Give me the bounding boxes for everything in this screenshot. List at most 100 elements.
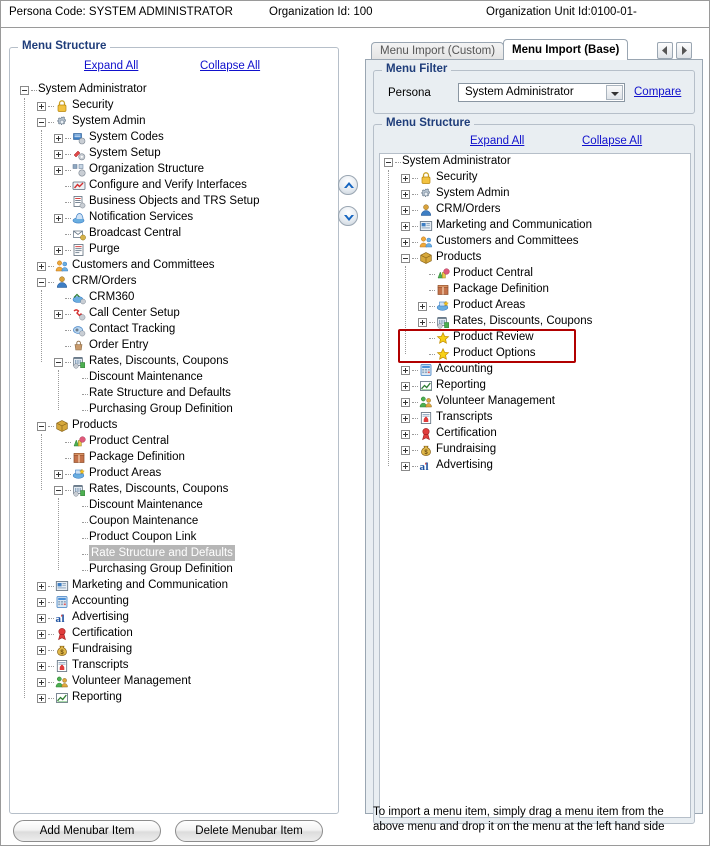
tree-node[interactable]: Security: [16, 98, 334, 114]
tree-expand-toggle[interactable]: [54, 166, 63, 175]
tree-node[interactable]: Products: [380, 250, 690, 266]
tree-node[interactable]: Contact Tracking: [16, 322, 334, 338]
tree-node[interactable]: Broadcast Central: [16, 226, 334, 242]
tree-expand-toggle[interactable]: [37, 598, 46, 607]
tree-expand-toggle[interactable]: [37, 102, 46, 111]
tree-expand-toggle[interactable]: [401, 190, 410, 199]
tree-collapse-toggle[interactable]: [37, 422, 46, 431]
tree-expand-toggle[interactable]: [37, 262, 46, 271]
tree-expand-toggle[interactable]: [54, 470, 63, 479]
tree-collapse-toggle[interactable]: [37, 278, 46, 287]
tree-node[interactable]: Rates, Discounts, Coupons: [16, 354, 334, 370]
tree-node[interactable]: System Admin: [380, 186, 690, 202]
tree-node[interactable]: Order Entry: [16, 338, 334, 354]
tree-expand-toggle[interactable]: [37, 646, 46, 655]
tree-node[interactable]: a l Advertising: [16, 610, 334, 626]
tree-node[interactable]: System Administrator: [380, 154, 690, 170]
tree-node[interactable]: Rate Structure and Defaults: [16, 386, 334, 402]
tree-node[interactable]: System Setup: [16, 146, 334, 162]
tree-expand-toggle[interactable]: [401, 446, 410, 455]
tree-collapse-toggle[interactable]: [401, 254, 410, 263]
tree-node[interactable]: Purchasing Group Definition: [16, 402, 334, 418]
chevron-down-icon[interactable]: [606, 85, 623, 100]
tree-expand-toggle[interactable]: [37, 694, 46, 703]
tree-collapse-toggle[interactable]: [54, 358, 63, 367]
tree-node[interactable]: Notification Services: [16, 210, 334, 226]
tree-node[interactable]: $ Fundraising: [380, 442, 690, 458]
tree-node[interactable]: Rate Structure and Defaults: [16, 545, 334, 562]
tree-node[interactable]: Configure and Verify Interfaces: [16, 178, 334, 194]
tree-expand-toggle[interactable]: [418, 318, 427, 327]
tree-expand-toggle[interactable]: [37, 678, 46, 687]
tree-node[interactable]: Customers and Committees: [16, 258, 334, 274]
tree-expand-toggle[interactable]: [418, 302, 427, 311]
tree-node[interactable]: Discount Maintenance: [16, 370, 334, 386]
tab-menu-import-custom[interactable]: Menu Import (Custom): [371, 42, 505, 60]
left-expand-all-link[interactable]: Expand All: [84, 60, 138, 72]
tree-node[interactable]: Rates, Discounts, Coupons: [380, 314, 690, 330]
tree-node[interactable]: System Codes: [16, 130, 334, 146]
tree-expand-toggle[interactable]: [401, 414, 410, 423]
tree-node[interactable]: Reporting: [380, 378, 690, 394]
move-down-button[interactable]: [338, 206, 358, 226]
tab-prev-button[interactable]: [657, 42, 673, 59]
tree-expand-toggle[interactable]: [401, 382, 410, 391]
tree-expand-toggle[interactable]: [401, 222, 410, 231]
right-expand-all-link[interactable]: Expand All: [470, 135, 524, 147]
tree-node[interactable]: Package Definition: [16, 450, 334, 466]
tree-expand-toggle[interactable]: [37, 582, 46, 591]
tree-node[interactable]: Discount Maintenance: [16, 498, 334, 514]
right-menu-tree[interactable]: System Administrator Security System Admin…: [379, 153, 691, 818]
tree-node[interactable]: Product Central: [380, 266, 690, 282]
tree-expand-toggle[interactable]: [54, 310, 63, 319]
tree-node[interactable]: Accounting: [380, 362, 690, 378]
tree-node[interactable]: Package Definition: [380, 282, 690, 298]
tree-node[interactable]: Marketing and Communication: [16, 578, 334, 594]
tree-expand-toggle[interactable]: [54, 150, 63, 159]
tree-expand-toggle[interactable]: [37, 614, 46, 623]
tree-expand-toggle[interactable]: [401, 238, 410, 247]
tree-node[interactable]: Marketing and Communication: [380, 218, 690, 234]
persona-select[interactable]: System Administrator: [458, 83, 625, 102]
tree-node[interactable]: Product Coupon Link: [16, 530, 334, 546]
tab-next-button[interactable]: [676, 42, 692, 59]
left-menu-tree[interactable]: System Administrator Security System Admin…: [16, 82, 334, 807]
tree-node[interactable]: Reporting: [16, 690, 334, 706]
tree-node[interactable]: Purge: [16, 242, 334, 258]
tree-node[interactable]: Products: [16, 418, 334, 434]
tree-collapse-toggle[interactable]: [54, 486, 63, 495]
tree-expand-toggle[interactable]: [401, 174, 410, 183]
tree-node[interactable]: a l Advertising: [380, 458, 690, 474]
tab-menu-import-base[interactable]: Menu Import (Base): [503, 39, 629, 60]
tree-node[interactable]: Product Areas: [16, 466, 334, 482]
tree-expand-toggle[interactable]: [401, 430, 410, 439]
tree-expand-toggle[interactable]: [54, 246, 63, 255]
tree-node[interactable]: Security: [380, 170, 690, 186]
delete-menubar-item-button[interactable]: Delete Menubar Item: [175, 820, 323, 842]
tree-node[interactable]: Customers and Committees: [380, 234, 690, 250]
tree-expand-toggle[interactable]: [401, 398, 410, 407]
tree-node[interactable]: Certification: [16, 626, 334, 642]
right-collapse-all-link[interactable]: Collapse All: [582, 135, 642, 147]
tree-expand-toggle[interactable]: [401, 366, 410, 375]
tree-node[interactable]: Accounting: [16, 594, 334, 610]
tree-node[interactable]: Purchasing Group Definition: [16, 562, 334, 578]
tree-collapse-toggle[interactable]: [384, 158, 393, 167]
tree-node[interactable]: Rates, Discounts, Coupons: [16, 482, 334, 498]
tree-node[interactable]: Volunteer Management: [16, 674, 334, 690]
tree-node[interactable]: Organization Structure: [16, 162, 334, 178]
tree-node[interactable]: CRM360: [16, 290, 334, 306]
tree-node[interactable]: System Administrator: [16, 82, 334, 98]
tree-node[interactable]: Product Review: [380, 330, 690, 346]
tree-node[interactable]: Product Areas: [380, 298, 690, 314]
tree-node[interactable]: Product Central: [16, 434, 334, 450]
tree-collapse-toggle[interactable]: [20, 86, 29, 95]
tree-node[interactable]: Product Options: [380, 346, 690, 362]
tree-node[interactable]: Call Center Setup: [16, 306, 334, 322]
tree-node[interactable]: Volunteer Management: [380, 394, 690, 410]
tree-node[interactable]: CRM/Orders: [380, 202, 690, 218]
tree-node[interactable]: $ Fundraising: [16, 642, 334, 658]
compare-link[interactable]: Compare: [634, 86, 681, 98]
tree-node[interactable]: Business Objects and TRS Setup: [16, 194, 334, 210]
tree-node[interactable]: Certification: [380, 426, 690, 442]
